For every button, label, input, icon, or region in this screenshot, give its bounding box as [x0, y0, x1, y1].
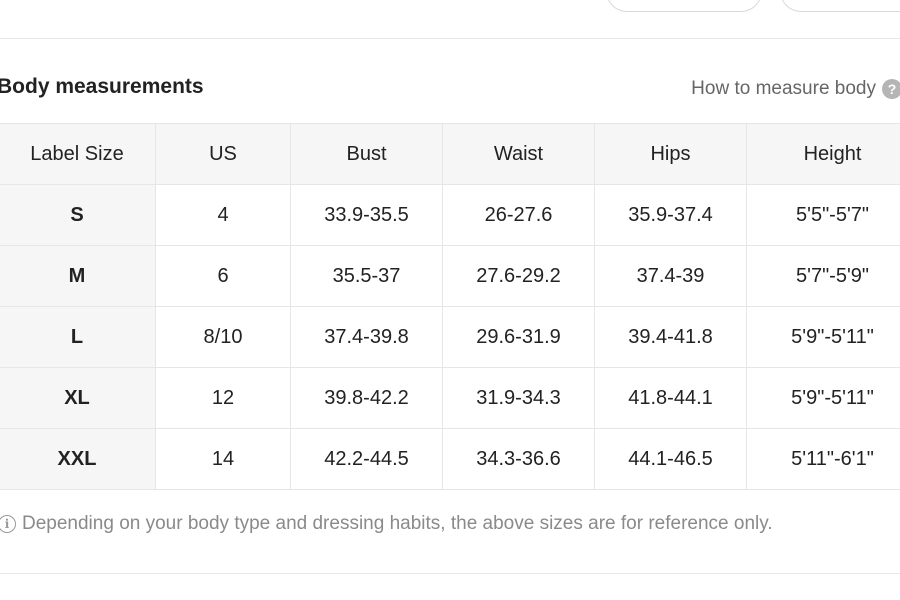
unit-tab-2[interactable] — [780, 0, 900, 12]
row-bust: 39.8-42.2 — [290, 367, 443, 429]
top-divider — [0, 38, 900, 39]
row-us: 6 — [155, 245, 291, 307]
row-label-size: M — [0, 245, 156, 307]
header-height: Height — [746, 123, 900, 185]
row-us: 12 — [155, 367, 291, 429]
size-guide-page: Body measurements How to measure body ? … — [0, 0, 900, 600]
row-hips: 39.4-41.8 — [594, 306, 747, 368]
unit-tab-1[interactable] — [606, 0, 762, 12]
table-row: M 6 35.5-37 27.6-29.2 37.4-39 5'7"-5'9" — [0, 245, 900, 307]
row-label-size: L — [0, 306, 156, 368]
reference-note-text: Depending on your body type and dressing… — [22, 513, 773, 534]
table-row: XXL 14 42.2-44.5 34.3-36.6 44.1-46.5 5'1… — [0, 428, 900, 490]
row-hips: 44.1-46.5 — [594, 428, 747, 490]
header-us: US — [155, 123, 291, 185]
header-hips: Hips — [594, 123, 747, 185]
row-waist: 26-27.6 — [442, 184, 595, 246]
info-circle-icon: i — [0, 515, 16, 533]
row-bust: 37.4-39.8 — [290, 306, 443, 368]
row-waist: 34.3-36.6 — [442, 428, 595, 490]
header-label-size: Label Size — [0, 123, 156, 185]
row-hips: 35.9-37.4 — [594, 184, 747, 246]
table-header-row: Label Size US Bust Waist Hips Height — [0, 123, 900, 185]
row-height: 5'11"-6'1" — [746, 428, 900, 490]
bottom-divider — [0, 573, 900, 574]
row-bust: 42.2-44.5 — [290, 428, 443, 490]
row-height: 5'5"-5'7" — [746, 184, 900, 246]
row-height: 5'9"-5'11" — [746, 367, 900, 429]
row-hips: 37.4-39 — [594, 245, 747, 307]
row-us: 4 — [155, 184, 291, 246]
size-table: Label Size US Bust Waist Hips Height S 4… — [0, 123, 900, 490]
row-bust: 35.5-37 — [290, 245, 443, 307]
row-label-size: XXL — [0, 428, 156, 490]
how-to-measure-label: How to measure body — [691, 78, 876, 99]
row-bust: 33.9-35.5 — [290, 184, 443, 246]
row-label-size: S — [0, 184, 156, 246]
table-row: S 4 33.9-35.5 26-27.6 35.9-37.4 5'5"-5'7… — [0, 184, 900, 246]
table-row: L 8/10 37.4-39.8 29.6-31.9 39.4-41.8 5'9… — [0, 306, 900, 368]
how-to-measure-link[interactable]: How to measure body ? — [691, 78, 900, 100]
reference-note: i Depending on your body type and dressi… — [0, 513, 773, 535]
row-height: 5'7"-5'9" — [746, 245, 900, 307]
row-us: 8/10 — [155, 306, 291, 368]
table-row: XL 12 39.8-42.2 31.9-34.3 41.8-44.1 5'9"… — [0, 367, 900, 429]
header-waist: Waist — [442, 123, 595, 185]
header-bust: Bust — [290, 123, 443, 185]
row-waist: 27.6-29.2 — [442, 245, 595, 307]
section-title: Body measurements — [0, 75, 204, 98]
row-waist: 31.9-34.3 — [442, 367, 595, 429]
question-circle-icon[interactable]: ? — [882, 79, 900, 99]
row-height: 5'9"-5'11" — [746, 306, 900, 368]
row-waist: 29.6-31.9 — [442, 306, 595, 368]
row-label-size: XL — [0, 367, 156, 429]
row-hips: 41.8-44.1 — [594, 367, 747, 429]
row-us: 14 — [155, 428, 291, 490]
